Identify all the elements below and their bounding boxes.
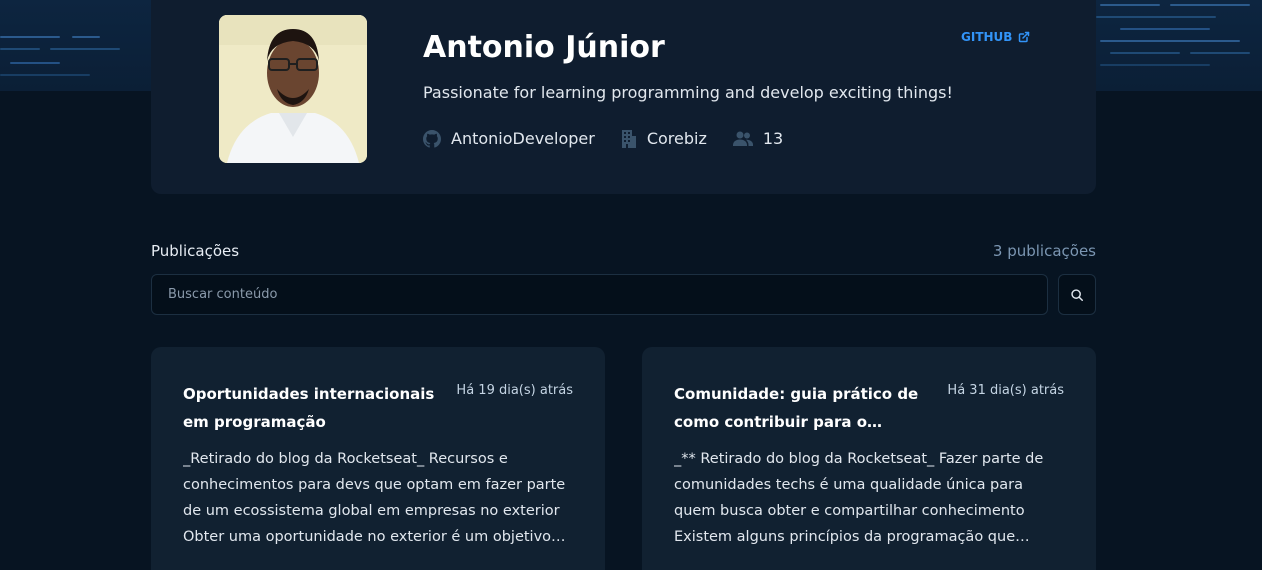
post-excerpt: _Retirado do blog da Rocketseat_ Recurso… — [183, 451, 566, 545]
github-link-label: GITHUB — [961, 30, 1013, 44]
post-card[interactable]: Oportunidades internacionais em programa… — [151, 347, 605, 570]
post-card[interactable]: Comunidade: guia prático de como contrib… — [642, 347, 1096, 570]
meta-company: Corebiz — [621, 129, 707, 148]
search-input[interactable] — [151, 274, 1048, 315]
building-icon — [621, 129, 636, 148]
github-link[interactable]: GITHUB — [961, 30, 1030, 44]
profile-card: Antonio Júnior GITHUB Passionate for lea… — [151, 0, 1096, 194]
post-date: Há 31 dia(s) atrás — [947, 383, 1064, 398]
profile-meta: AntonioDeveloper Corebiz 13 — [423, 129, 809, 148]
post-header: Comunidade: guia prático de como contrib… — [674, 380, 1064, 436]
followers-count: 13 — [762, 129, 784, 148]
meta-username: AntonioDeveloper — [423, 129, 595, 148]
publications-count: 3 publicações — [992, 242, 1096, 260]
profile-bio: Passionate for learning programming and … — [423, 83, 953, 102]
post-title: Oportunidades internacionais em programa… — [183, 385, 435, 431]
meta-followers: 13 — [732, 129, 784, 148]
avatar — [219, 15, 367, 163]
github-icon — [423, 129, 441, 148]
publications-title: Publicações — [151, 242, 240, 260]
external-link-icon — [1019, 31, 1030, 43]
post-title: Comunidade: guia prático de como contrib… — [674, 385, 919, 431]
username-label: AntonioDeveloper — [451, 129, 595, 148]
search-button[interactable] — [1058, 274, 1096, 315]
post-header: Oportunidades internacionais em programa… — [183, 380, 573, 436]
search-icon — [1071, 288, 1083, 301]
company-label: Corebiz — [646, 129, 707, 148]
post-date: Há 19 dia(s) atrás — [456, 383, 573, 398]
profile-name: Antonio Júnior — [423, 30, 665, 65]
users-icon — [732, 131, 753, 146]
post-excerpt: _** Retirado do blog da Rocketseat_ Faze… — [674, 451, 1044, 545]
